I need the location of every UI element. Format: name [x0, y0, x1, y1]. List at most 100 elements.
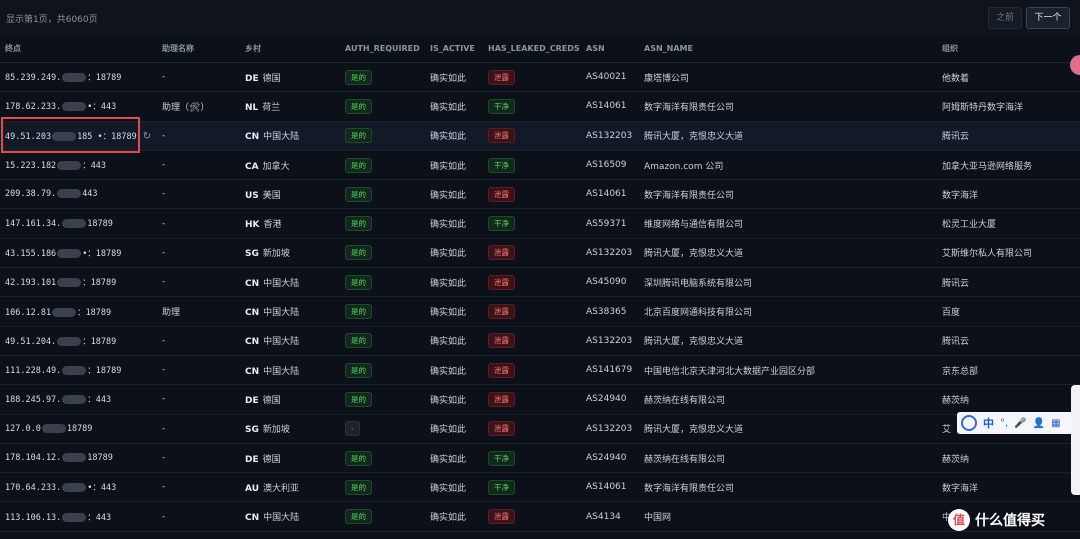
cell-asn: AS141679 [581, 355, 639, 386]
country-name: 新加坡 [262, 425, 290, 436]
cell-assistant: - [157, 443, 240, 474]
auth-badge: 是的 [345, 128, 372, 144]
col-assistant-name[interactable]: 助理名称 [157, 34, 240, 63]
endpoint-suffix: 185 •：18789 [77, 131, 137, 142]
microphone-icon[interactable]: 🎤 [1014, 418, 1026, 429]
table-row[interactable]: 42.193.101 ：18789- CN 中国大陆 是的 确实如此 泄露 AS45090 深圳… [0, 267, 1080, 298]
masked-octet [62, 483, 87, 493]
cell-country: CN 中国大陆 [240, 296, 340, 327]
masked-octet [62, 453, 87, 462]
cell-organization: 数字海洋 [937, 472, 1080, 503]
cell-endpoint: 127.0.0 18789 [0, 414, 157, 444]
masked-octet [57, 336, 82, 346]
table-row[interactable]: 127.0.0 18789- SG 新加坡 - 确实如此 泄露 AS132203 腾讯大厦，克恨… [0, 414, 1080, 444]
table-row[interactable]: 113.106.13. ：443- CN 中国大陆 是的 确实如此 泄露 AS4134 中国网中 [0, 501, 1080, 532]
cell-auth-required: 是的 [340, 355, 425, 386]
cell-organization: 腾讯云 [937, 121, 1080, 151]
col-auth-required[interactable]: AUTH_REQUIRED [340, 34, 425, 63]
next-page-button[interactable]: 下一个 [1026, 7, 1070, 29]
cell-country: SG 新加坡 [240, 238, 340, 269]
ime-logo-icon[interactable] [961, 415, 977, 431]
cell-organization: 松灵工业大厦 [937, 208, 1080, 239]
endpoint-suffix: ：18789 [82, 278, 117, 289]
table-row[interactable]: 188.245.97. ：443- DE 德国 是的 确实如此 泄露 AS24940 赫茨纳在线… [0, 384, 1080, 415]
col-is-active[interactable]: IS_ACTIVE [425, 34, 483, 63]
country-name: 美国 [262, 190, 281, 201]
cell-country: AU 澳大利亚 [240, 472, 340, 503]
table-row[interactable]: 43.155.186 •：18789- SG 新加坡 是的 确实如此 泄露 AS132203 腾… [0, 238, 1080, 269]
col-endpoint[interactable]: 终点 [0, 34, 157, 63]
cell-auth-required: 是的 [340, 472, 425, 503]
endpoint-prefix: 106.12.81 [5, 307, 52, 318]
cell-country: CN 中国大陆 [240, 121, 340, 151]
cell-leaked-creds: 泄露 [483, 355, 581, 386]
cell-endpoint: 43.155.186 •：18789 [0, 238, 157, 269]
grid-icon[interactable]: ▦ [1051, 418, 1060, 429]
table-row[interactable]: 49.51.204. ：18789- CN 中国大陆 是的 确实如此 泄露 AS132203 腾… [0, 326, 1080, 356]
leak-badge: 泄露 [488, 274, 515, 290]
refresh-icon[interactable]: ↻ [143, 131, 151, 142]
table-row[interactable]: 111.228.49. ：18789- CN 中国大陆 是的 确实如此 泄露 AS141679… [0, 355, 1080, 386]
endpoint-prefix: 147.161.34. [5, 218, 62, 229]
endpoint-prefix: 127.0.0 [5, 423, 41, 434]
punctuation-icon[interactable]: °, [1000, 418, 1008, 429]
cell-country: DE 德国 [240, 62, 340, 93]
cell-asn-name: 中国电信北京天津河北大数据产业园区分部 [639, 355, 937, 386]
cell-asn: AS4134 [581, 501, 639, 532]
cell-leaked-creds: 干净 [483, 472, 581, 503]
masked-octet [57, 189, 82, 199]
cell-country: CN 中国大陆 [240, 501, 340, 532]
col-asn[interactable]: ASN [581, 34, 639, 63]
cell-asn-name: 深圳腾讯电脑系统有限公司 [639, 267, 937, 298]
cell-endpoint: 111.228.49. ：18789 [0, 355, 157, 386]
table-row[interactable]: 147.161.34. 18789- HK 香港 是的 确实如此 干净 AS59371 维度网络… [0, 208, 1080, 239]
endpoint-suffix: ：443 [87, 512, 112, 523]
cell-auth-required: 是的 [340, 179, 425, 210]
cell-leaked-creds: 泄露 [483, 326, 581, 356]
watermark: 值 什么值得买 [948, 505, 1080, 535]
country-name: 中国大陆 [263, 366, 300, 377]
table-row[interactable]: 85.239.249. ：18789- DE 德国 是的 确实如此 泄露 AS40021 康塔博… [0, 62, 1080, 93]
cell-assistant: - [157, 501, 240, 532]
auth-badge: 是的 [345, 274, 372, 290]
country-code: CN [245, 278, 260, 289]
col-organization[interactable]: 组织 [937, 34, 1080, 63]
table-row[interactable]: 209.38.79. 443- US 美国 是的 确实如此 泄露 AS14061 数字海洋有限责… [0, 179, 1080, 210]
cell-country: NL 荷兰 [240, 91, 340, 122]
table-row[interactable]: 170.64.233. •：443- AU 澳大利亚 是的 确实如此 干净 AS14061 数字… [0, 472, 1080, 503]
auth-badge: 是的 [345, 98, 372, 114]
auth-badge: 是的 [345, 157, 372, 173]
country-name: 澳大利亚 [263, 483, 300, 494]
cell-endpoint: 113.106.13. ：443 [0, 501, 157, 532]
cell-auth-required: 是的 [340, 384, 425, 415]
country-code: AU [245, 483, 259, 494]
cell-leaked-creds: 干净 [483, 150, 581, 181]
watermark-text: 什么值得买 [975, 513, 1045, 529]
cell-asn-name: 北京百度网通科技有限公司 [639, 296, 937, 327]
endpoint-suffix: 18789 [66, 423, 93, 434]
col-country[interactable]: 乡村 [240, 34, 340, 63]
table-row[interactable]: 49.51.203 185 •：18789 ↻ - CN 中国大陆 是的 确实如此 泄露 AS13… [0, 121, 1080, 151]
table-row[interactable]: 178.104.12. 18789- DE 德国 是的 确实如此 干净 AS24940 赫茨纳在… [0, 443, 1080, 474]
table-row[interactable]: 178.62.233. •：443 助理（🛠） NL 荷兰 是的 确实如此 干净 AS14061… [0, 91, 1080, 122]
cell-country: CN 中国大陆 [240, 355, 340, 386]
user-icon[interactable]: 👤 [1033, 418, 1045, 429]
country-code: NL [245, 102, 259, 113]
leak-badge: 干净 [488, 216, 515, 232]
cell-assistant: - [157, 150, 240, 181]
ime-language-toggle[interactable]: 中 [983, 415, 994, 431]
col-has-leaked-creds[interactable]: HAS_LEAKED_CREDS [483, 34, 581, 63]
auth-badge: 是的 [345, 391, 372, 407]
table-row[interactable]: 106.12.81 ：18789 助理 CN 中国大陆 是的 确实如此 泄露 AS38365 北京… [0, 296, 1080, 327]
prev-page-button[interactable]: 之前 [988, 7, 1022, 29]
leak-badge: 泄露 [488, 186, 515, 202]
auth-badge: 是的 [345, 509, 372, 525]
table-row[interactable]: 15.223.182 ：443- CA 加拿大 是的 确实如此 干净 AS16509 Amazo… [0, 150, 1080, 181]
cell-asn-name: 腾讯大厦，克恨忠义大道 [639, 414, 937, 444]
auth-badge: 是的 [345, 450, 372, 466]
leak-badge: 泄露 [488, 128, 515, 144]
cell-auth-required: 是的 [340, 121, 425, 151]
cell-country: CA 加拿大 [240, 150, 340, 181]
col-asn-name[interactable]: ASN_NAME [639, 34, 937, 63]
cell-country: US 美国 [240, 179, 340, 210]
